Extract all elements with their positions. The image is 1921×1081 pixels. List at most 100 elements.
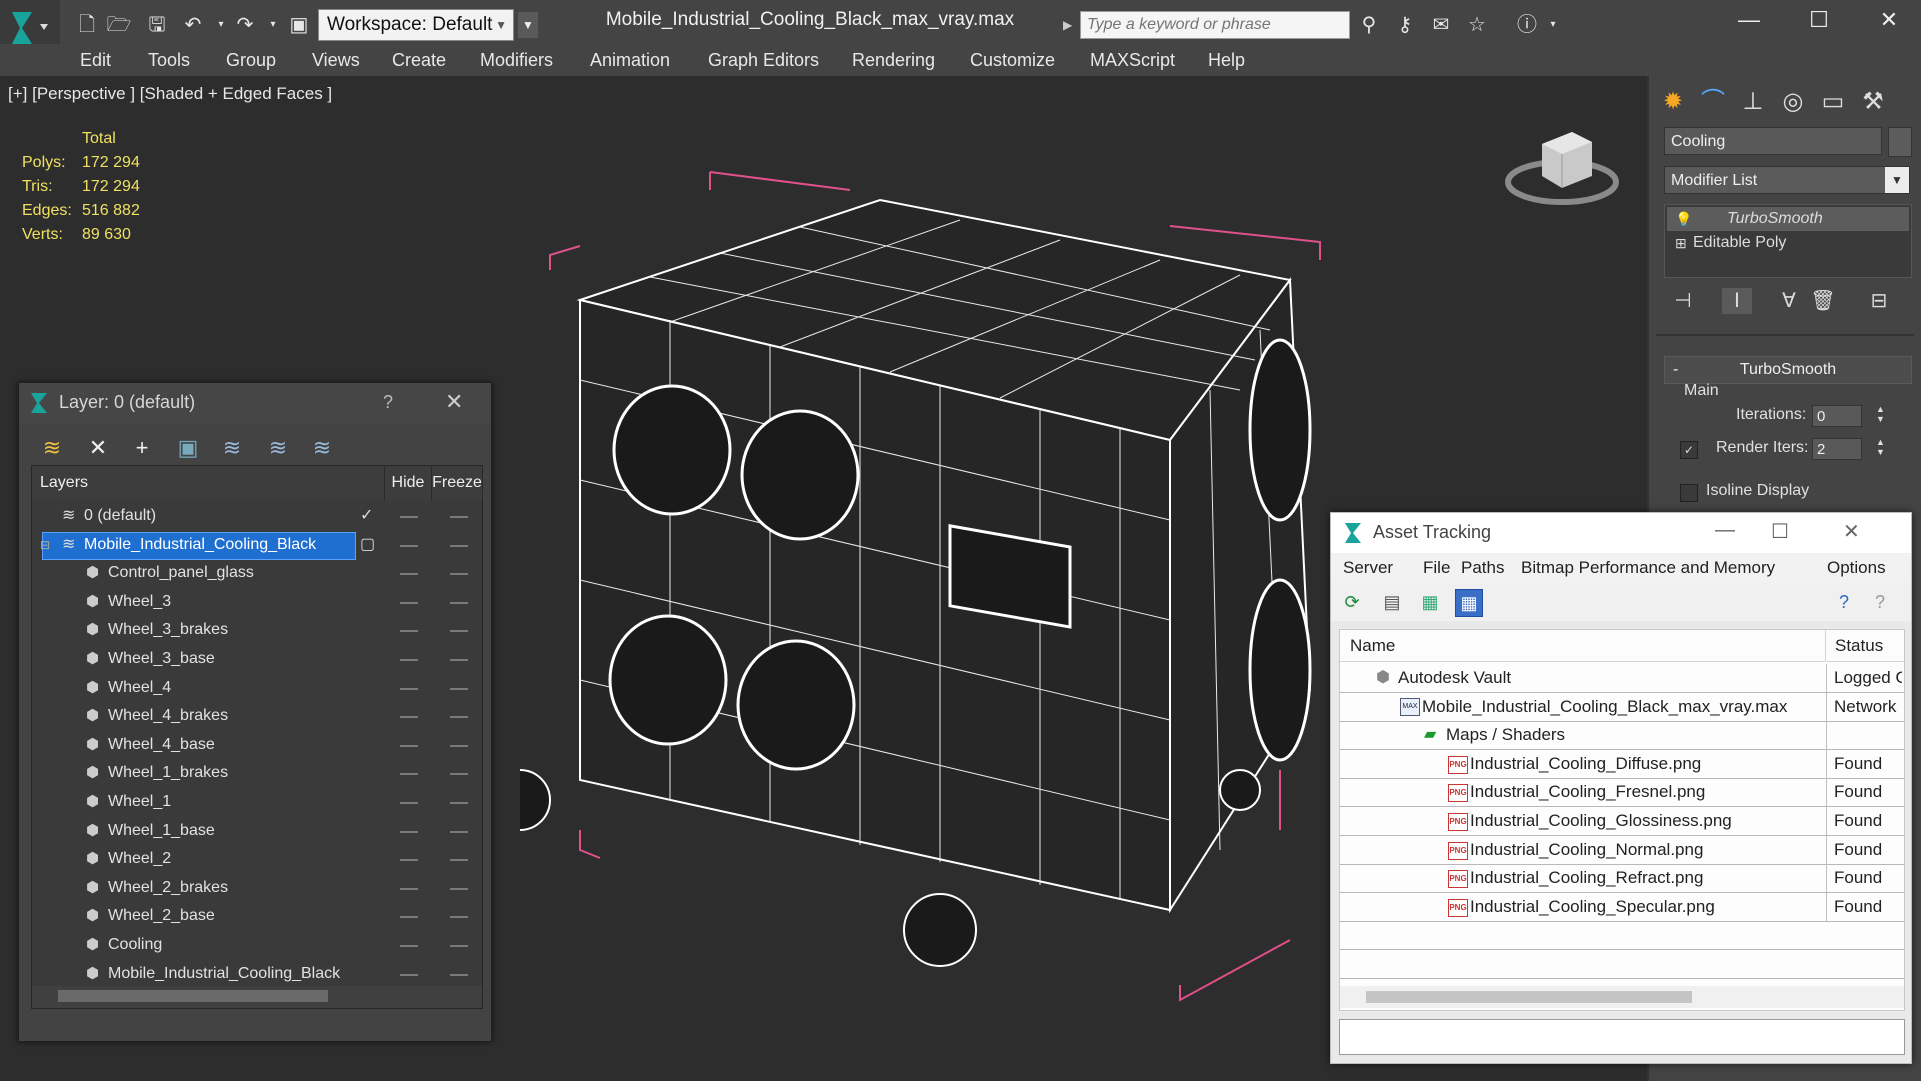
hide-toggle[interactable] [400, 716, 418, 719]
save-icon[interactable]: 🖫 [144, 12, 170, 38]
layer-row[interactable]: ⊟ ≋ Mobile_Industrial_Cooling_Black ▢ [34, 531, 480, 560]
layer-row[interactable]: ⬢ Wheel_3_base [34, 645, 480, 673]
freeze-toggle[interactable] [450, 887, 468, 890]
freeze-toggle[interactable] [450, 630, 468, 633]
layer-row[interactable]: ⬢ Wheel_4 [34, 674, 480, 702]
isoline-display-checkbox[interactable] [1680, 484, 1698, 502]
create-layer-icon[interactable]: ≋ [37, 433, 67, 463]
layer-row[interactable]: ⬢ Wheel_1_brakes [34, 759, 480, 787]
hide-toggle[interactable] [400, 516, 418, 518]
vault-help-icon[interactable]: ? [1831, 589, 1857, 615]
lightbulb-icon[interactable]: 💡 [1675, 207, 1692, 231]
stack-item-turbosmooth[interactable]: 💡 TurboSmooth [1667, 207, 1909, 231]
hide-toggle[interactable] [400, 916, 418, 919]
search-input[interactable] [1080, 11, 1350, 39]
project-folder-icon[interactable]: ▣ [286, 12, 312, 38]
menu-animation[interactable]: Animation [590, 44, 670, 76]
communication-center-icon[interactable]: ✉ [1428, 12, 1454, 38]
layer-row[interactable]: ≋ 0 (default) ✓ [34, 502, 480, 530]
object-color-swatch[interactable] [1888, 127, 1912, 157]
asset-row[interactable]: PNG Industrial_Cooling_Fresnel.png Found [1340, 778, 1904, 808]
hide-toggle[interactable] [400, 744, 418, 747]
collapse-icon[interactable]: ⊟ [40, 531, 50, 559]
layer-row[interactable]: ⬢ Cooling [34, 931, 480, 959]
hide-toggle[interactable] [400, 887, 418, 890]
menu-tools[interactable]: Tools [148, 44, 190, 76]
horizontal-scrollbar[interactable] [32, 986, 482, 1008]
hide-toggle[interactable] [400, 773, 418, 776]
hierarchy-tab-icon[interactable]: ⊥ [1735, 84, 1771, 120]
iterations-spinner[interactable]: 0 [1812, 405, 1862, 427]
column-header-freeze[interactable]: Freeze [432, 466, 483, 500]
hide-toggle[interactable] [400, 544, 418, 547]
freeze-toggle[interactable] [450, 830, 468, 833]
undo-icon[interactable]: ↶ [180, 12, 206, 38]
close-icon[interactable]: ✕ [1843, 519, 1860, 544]
minimize-button[interactable]: — [1714, 0, 1784, 40]
column-header-name[interactable]: Name [1340, 630, 1826, 662]
maximize-icon[interactable]: ☐ [1771, 519, 1789, 544]
horizontal-scrollbar[interactable] [1340, 986, 1904, 1008]
freeze-toggle[interactable] [450, 544, 468, 547]
spinner-arrows-icon[interactable]: ▲ ▼ [1876, 437, 1885, 457]
expand-plus-icon[interactable]: ⊞ [1675, 231, 1687, 255]
object-name-field[interactable]: Cooling [1664, 127, 1882, 155]
menu-views[interactable]: Views [312, 44, 360, 76]
turbosmooth-rollout-header[interactable]: - TurboSmooth [1664, 356, 1912, 384]
create-tab-icon[interactable]: ✹ [1655, 84, 1691, 120]
asset-row[interactable]: PNG Industrial_Cooling_Normal.png Found [1340, 835, 1904, 865]
layer-dialog-titlebar[interactable]: Layer: 0 (default) ? ✕ [19, 383, 491, 423]
layer-row[interactable]: ⬢ Mobile_Industrial_Cooling_Black [34, 960, 480, 988]
scrollbar-thumb[interactable] [58, 990, 328, 1002]
cooling-unit-wireframe[interactable] [520, 150, 1340, 1020]
viewcube-icon[interactable] [1500, 126, 1630, 216]
layer-row[interactable]: ⬢ Wheel_1_base [34, 817, 480, 845]
minimize-icon[interactable]: — [1715, 519, 1735, 542]
asset-row[interactable]: PNG Industrial_Cooling_Diffuse.png Found [1340, 749, 1904, 779]
menu-maxscript[interactable]: MAXScript [1090, 44, 1175, 76]
asset-menu-bitmap-performance[interactable]: Bitmap Performance and Memory [1521, 553, 1775, 583]
hide-toggle[interactable] [400, 687, 418, 690]
column-header-hide[interactable]: Hide [385, 466, 432, 500]
workspace-menu-arrow[interactable]: ▼ [518, 12, 538, 38]
column-header-status[interactable]: Status [1827, 630, 1904, 662]
menu-help[interactable]: Help [1208, 44, 1245, 76]
help-icon[interactable]: ? [1867, 589, 1893, 615]
key-icon[interactable]: ⚷ [1392, 12, 1418, 38]
spinner-arrows-icon[interactable]: ▲ ▼ [1876, 404, 1885, 424]
pin-stack-icon[interactable]: ⊣ [1668, 288, 1698, 314]
motion-tab-icon[interactable]: ◎ [1775, 84, 1811, 120]
freeze-all-layers-icon[interactable]: ≋ [307, 433, 337, 463]
grid-view-icon[interactable]: ▦ [1455, 589, 1483, 617]
modify-tab-icon[interactable]: ⌒ [1695, 84, 1731, 120]
freeze-toggle[interactable] [450, 659, 468, 661]
hide-toggle[interactable] [400, 973, 418, 976]
asset-tracking-titlebar[interactable]: Asset Tracking — ☐ ✕ [1331, 513, 1911, 553]
render-iters-spinner[interactable]: 2 [1812, 438, 1862, 460]
hide-toggle[interactable] [400, 601, 418, 604]
show-end-result-icon[interactable]: Ⅰ [1722, 288, 1752, 314]
asset-menu-paths[interactable]: Paths [1461, 553, 1504, 583]
favorites-star-icon[interactable]: ☆ [1464, 12, 1490, 38]
asset-menu-server[interactable]: Server [1343, 553, 1393, 583]
close-icon[interactable]: ✕ [445, 389, 463, 415]
highlight-selected-icon[interactable]: ≋ [217, 433, 247, 463]
asset-row[interactable]: PNG Industrial_Cooling_Glossiness.png Foun… [1340, 807, 1904, 836]
table-view-icon[interactable]: ▦ [1417, 589, 1443, 615]
display-tab-icon[interactable]: ▭ [1815, 84, 1851, 120]
hide-all-layers-icon[interactable]: ≋ [263, 433, 293, 463]
search-expand-icon[interactable]: ▶ [1063, 12, 1079, 38]
delete-layer-icon[interactable]: ✕ [83, 433, 113, 463]
layer-row[interactable]: ⬢ Wheel_3_brakes [34, 616, 480, 644]
layer-row[interactable]: ⬢ Wheel_2_brakes [34, 874, 480, 902]
binoculars-icon[interactable]: ⚲ [1356, 12, 1382, 38]
open-file-icon[interactable]: 🗁 [106, 12, 132, 38]
menu-rendering[interactable]: Rendering [852, 44, 935, 76]
help-icon[interactable]: ? [383, 392, 393, 413]
refresh-icon[interactable]: ⟳ [1339, 589, 1365, 615]
asset-row[interactable]: MAX Mobile_Industrial_Cooling_Black_max_v… [1340, 692, 1904, 722]
hide-toggle[interactable] [400, 859, 418, 862]
hide-toggle[interactable] [400, 573, 418, 576]
hide-toggle[interactable] [400, 659, 418, 661]
help-dropdown-icon[interactable]: ▾ [1540, 12, 1566, 38]
